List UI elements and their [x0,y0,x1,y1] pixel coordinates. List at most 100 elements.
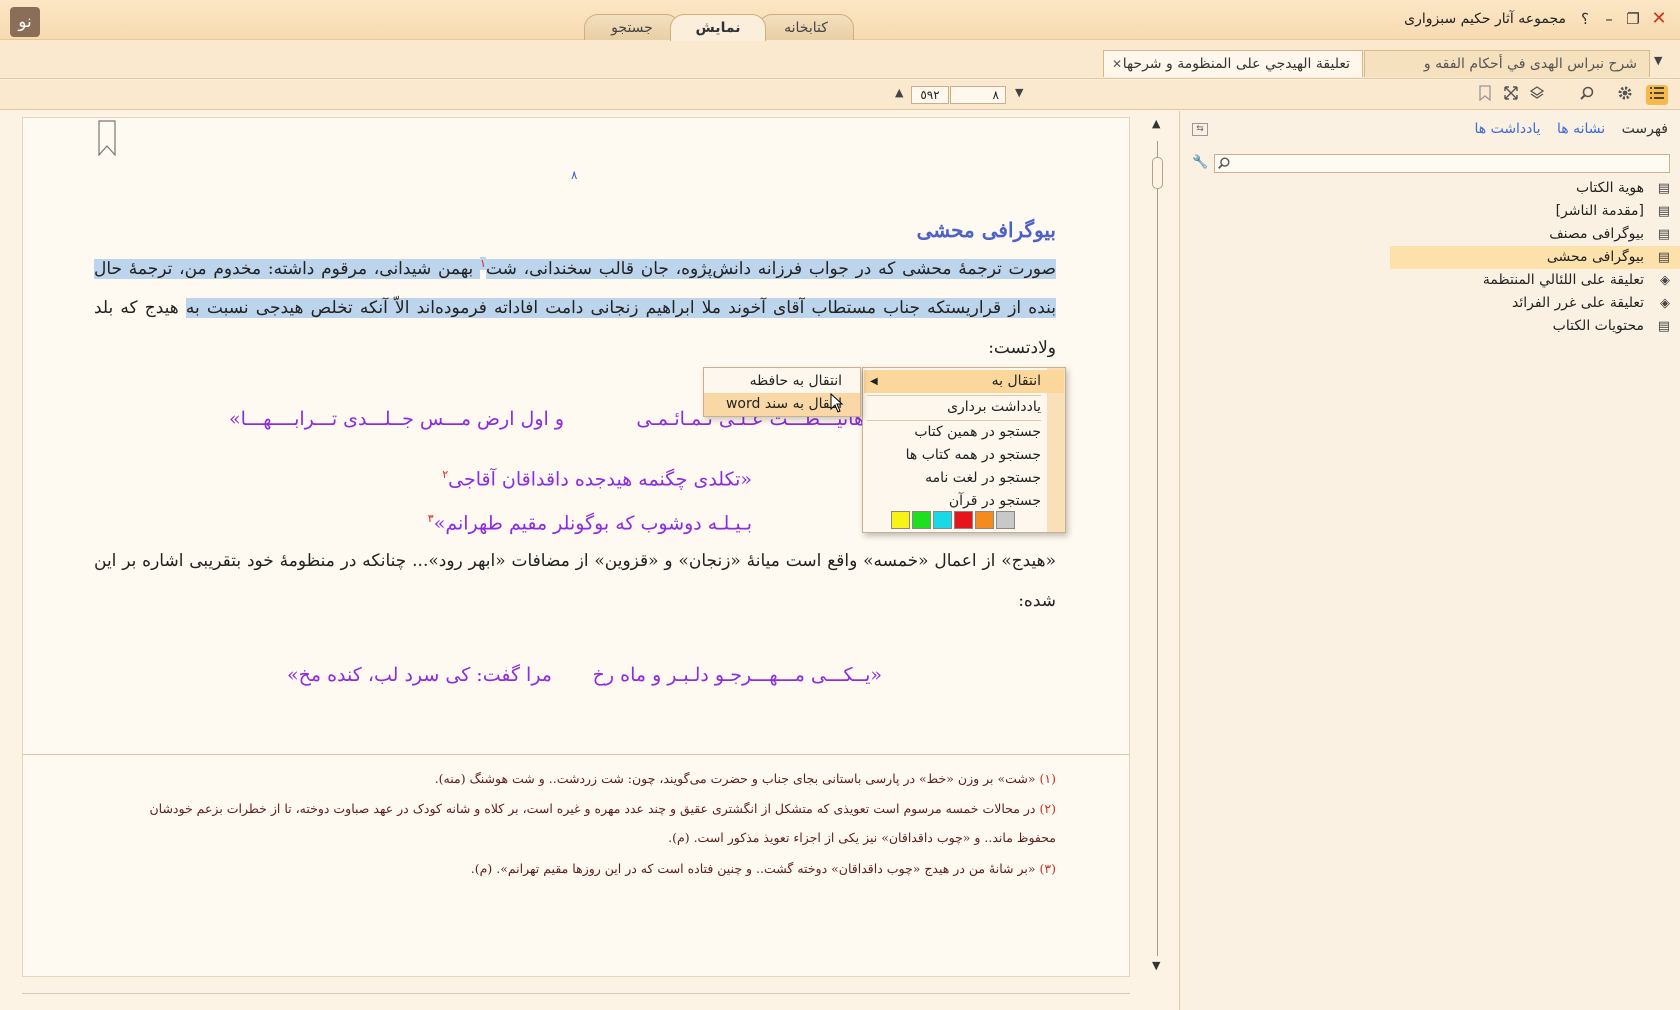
footnote-number: (٣) [1039,861,1057,876]
menu-item-label: انتقال به [991,373,1041,389]
verse-hemistich: «يــکـــی مـــهـــرجـو دلـبـر و ماه رخ [592,664,882,686]
toc-item[interactable]: ▤ هوية الكتاب [1210,177,1680,200]
window-title: مجموعه آثار حکیم سبزواری [1404,11,1566,27]
toc-label: تعليقة على غرر الفرائد [1511,295,1644,311]
tab-view[interactable]: نمایش [670,14,766,41]
highlighted-text: صورت ترجمۀ محشی که در جواب فرزانه دانش‌پ… [485,258,1056,279]
paragraph: صورت ترجمۀ محشی که در جواب فرزانه دانش‌پ… [94,244,1056,368]
toc-label: بیوگرافی مصنف [1549,226,1644,242]
collapse-panel-icon[interactable]: ⇆ [1192,123,1208,136]
footnote: (٢) در محالات خمسه مرسوم است تعویذی که م… [136,794,1056,852]
toc-item[interactable]: ◈ تعليقة على غرر الفرائد [1210,292,1680,315]
menu-item-transfer[interactable]: انتقال به ◀ [864,370,1064,393]
page-up-icon[interactable]: ▲ [895,86,903,99]
tab-index[interactable]: فهرست [1622,121,1668,137]
verse-hemistich: و اول ارض مـــس جــلـــدى تـــرابــــهــ… [228,408,564,430]
toc-label: هوية الكتاب [1575,180,1644,196]
menu-item-search-dictionary[interactable]: جستجو در لغت نامه [871,467,1041,490]
verse-text: بـيـلـه دوشوب که بوگونلر مقیم طهرانم» [433,512,752,535]
color-swatch-cyan[interactable] [933,511,952,529]
tabs-dropdown-icon[interactable]: ▼ [1654,54,1662,67]
toc-item[interactable]: ▤ محتويات الكتاب [1210,315,1680,338]
menu-item-search-all[interactable]: جستجو در همه کتاب ها [871,444,1041,467]
search-icon[interactable] [1217,156,1231,173]
footnote-text: «بر شانۀ من در هیدج «چوب داقداقان» دوخته… [470,861,1036,876]
toolbar: ▲ ٥٩٢ ٨ ▼ [0,80,1680,110]
scroll-up-icon[interactable]: ▲ [1152,117,1160,130]
verse-line: بـيـلـه دوشوب که بوگونلر مقیم طهرانم»٣ [428,512,752,534]
sidebar-tabs: فهرست نشانه ها یادداشت ها [1462,121,1668,137]
verse-line: «تکلدی چگنمه هیدجده داقداقان آقاجی٢ [442,468,752,490]
toc-label: محتويات الكتاب [1552,318,1644,334]
footnote-text: «شت» بر وزن «خط» در پارسی باستانی بجای ج… [434,771,1036,786]
tab-close-icon[interactable]: ✕ [1112,51,1122,78]
search-icon[interactable] [1576,85,1598,105]
toc-item-selected[interactable]: ▤ بیوگرافی محشی [1390,246,1680,269]
doc-tab-inactive[interactable]: شرح نبراس الهدى في أحكام الفقه و أسرارها [1364,50,1650,99]
footnote-number: (١) [1039,771,1057,786]
book-page: ٨ بیوگرافی محشی صورت ترجمۀ محشی که در جو… [22,117,1130,977]
horizontal-divider [22,993,1130,994]
color-swatch-yellow[interactable] [891,511,910,529]
book-icon: ◈ [1660,273,1670,288]
tab-notes[interactable]: یادداشت ها [1474,121,1540,137]
scroll-track[interactable] [1157,141,1158,956]
toc-label: [مقدمة الناشر] [1555,203,1644,219]
paragraph: «هیدج» از اعمال «خمسه» واقع است میانۀ «ز… [94,551,1056,611]
section-heading: بیوگرافی محشی [916,218,1056,242]
color-swatch-red[interactable] [954,511,973,529]
layers-icon[interactable] [1526,85,1548,105]
context-menu: انتقال به ◀ یادداشت برداری جستجو در همین… [862,367,1066,533]
mouse-cursor-icon [830,393,844,413]
toc-item[interactable]: ▤ [مقدمة الناشر] [1210,200,1680,223]
page-icon: ▤ [1657,181,1670,196]
page-number-label: ٨ [571,168,578,182]
toc-item[interactable]: ▤ بیوگرافی مصنف [1210,223,1680,246]
color-swatch-green[interactable] [912,511,931,529]
page-icon: ▤ [1657,227,1670,242]
footnote: (١) «شت» بر وزن «خط» در پارسی باستانی بج… [136,764,1056,793]
tab-search[interactable]: جستجو [584,14,680,40]
close-button[interactable]: ✕ [1648,9,1670,29]
expand-icon[interactable] [1500,85,1522,105]
footnote: (٣) «بر شانۀ من در هیدج «چوب داقداقان» د… [136,854,1056,883]
tab-bookmarks[interactable]: نشانه ها [1557,121,1605,137]
sidebar: ⇆ فهرست نشانه ها یادداشت ها 🔧 ▤ هوية الكت… [1179,111,1680,1010]
help-icon[interactable]: ؟ [1574,9,1596,29]
footnote-text: در محالات خمسه مرسوم است تعویذی که متشکل… [149,801,1056,845]
menu-item-search-book[interactable]: جستجو در همین کتاب [871,421,1041,444]
table-of-contents: ▤ هوية الكتاب ▤ [مقدمة الناشر] ▤ بیوگرافی م… [1210,177,1680,338]
doc-tab-active[interactable]: تعليقة الهيدجي على المنظومة و شرحها ✕ [1103,50,1363,77]
title-bar: نو جستجو کتابخانه نمایش مجموعه آثار حکیم… [0,0,1680,41]
page-icon: ▤ [1657,204,1670,219]
page-bookmark-icon[interactable] [98,120,116,156]
list-icon[interactable] [1646,85,1668,105]
footnote-divider [23,754,1129,755]
tab-library[interactable]: کتابخانه [758,14,854,40]
wrench-icon[interactable]: 🔧 [1192,155,1208,170]
verse-hemistich: مرا گفت: کی سرد لب، کنده مخ» [287,664,552,686]
gear-icon[interactable] [1614,85,1636,105]
maximize-button[interactable]: ❐ [1622,9,1644,29]
page-total: ٥٩٢ [911,86,949,104]
page-icon: ▤ [1657,319,1670,334]
menu-item-search-quran[interactable]: جستجو در قرآن [871,490,1041,513]
doc-tab-label: تعليقة الهيدجي على المنظومة و شرحها [1122,56,1350,72]
toc-item[interactable]: ◈ تعليقة على اللئالي المنتظمة [1210,269,1680,292]
footnote-number: (٢) [1039,801,1057,816]
vertical-scrollbar[interactable]: ▲ ▼ [1150,117,1166,977]
book-icon: ◈ [1660,296,1670,311]
page-number-input[interactable]: ٨ [950,86,1006,104]
minimize-button[interactable]: – [1598,9,1620,29]
menu-item-take-note[interactable]: یادداشت برداری [871,396,1041,419]
color-swatch-gray[interactable] [996,511,1015,529]
scroll-thumb[interactable] [1152,157,1163,189]
document-viewer: ٨ بیوگرافی محشی صورت ترجمۀ محشی که در جو… [0,111,1178,1010]
toc-search-input[interactable] [1214,154,1670,173]
page-down-icon[interactable]: ▼ [1015,86,1023,99]
color-swatch-orange[interactable] [975,511,994,529]
bookmark-icon[interactable] [1474,85,1496,105]
submenu-arrow-icon: ◀ [870,376,878,387]
submenu-item-clipboard[interactable]: انتقال به حافظه [704,370,860,393]
scroll-down-icon[interactable]: ▼ [1152,959,1160,972]
